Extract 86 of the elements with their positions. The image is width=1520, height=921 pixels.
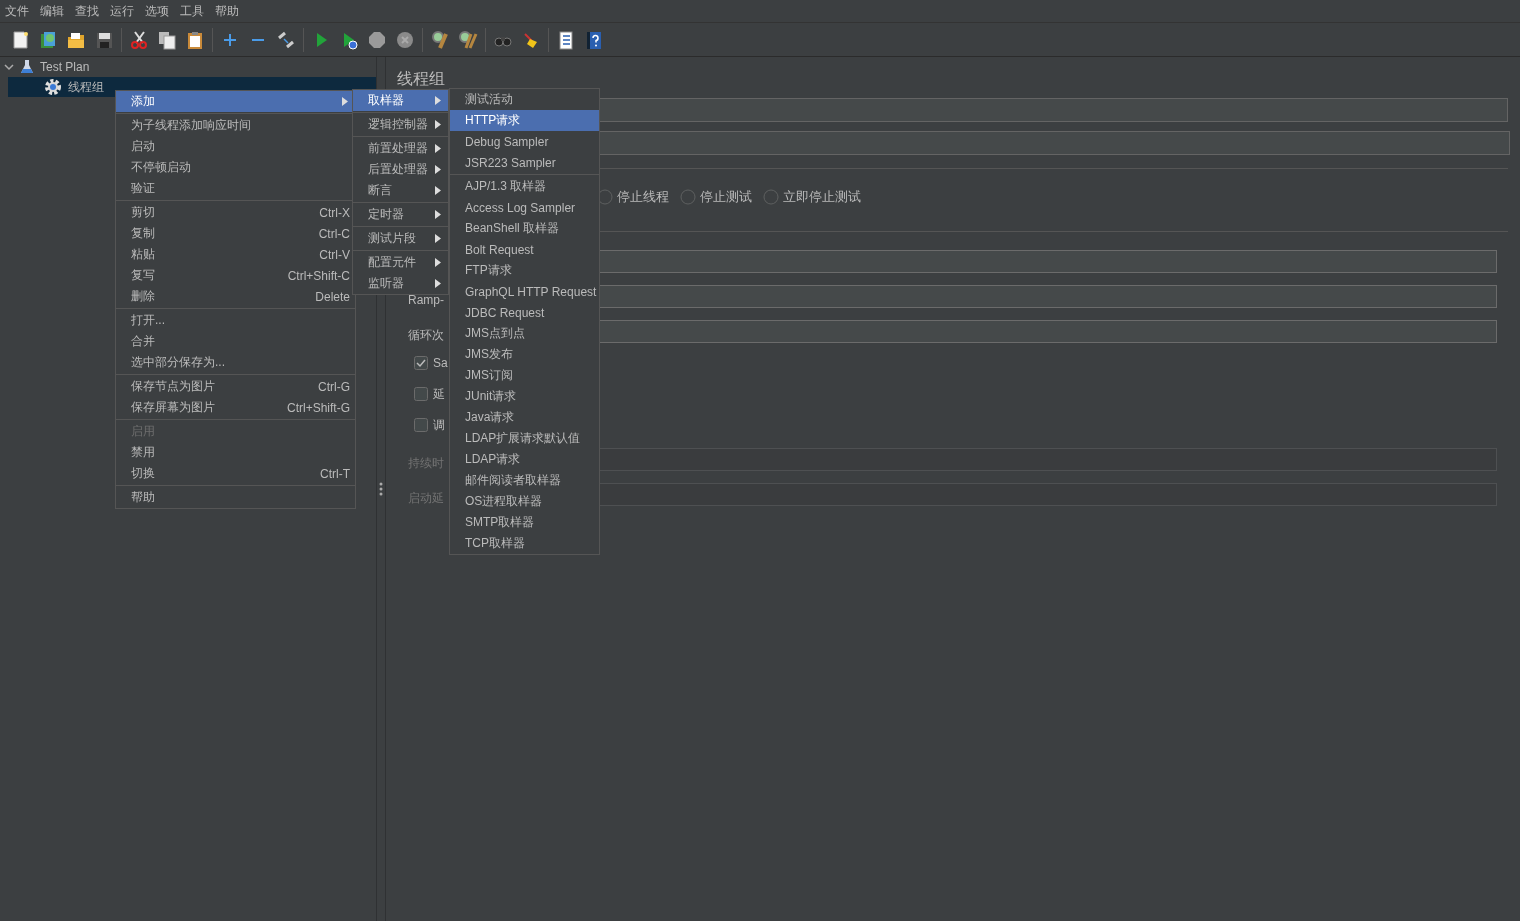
menu-bar-item[interactable]: 查找	[74, 1, 100, 21]
paste-icon[interactable]	[185, 29, 205, 50]
menu-bar-item[interactable]: 选项	[144, 1, 170, 21]
menu-item[interactable]: JMS订阅	[450, 365, 599, 386]
radio-label: 停止线程	[617, 188, 669, 206]
menu-item[interactable]: 剪切 Ctrl-X	[116, 202, 355, 223]
gear-icon	[44, 78, 62, 96]
menu-item[interactable]: SMTP取样器	[450, 512, 599, 533]
menu-item[interactable]: OS进程取样器	[450, 491, 599, 512]
menu-item[interactable]: GraphQL HTTP Request	[450, 281, 599, 302]
radio-label: 停止测试	[700, 188, 752, 206]
menu-item[interactable]: 启动	[116, 136, 355, 157]
menu-item[interactable]: 邮件阅读者取样器	[450, 470, 599, 491]
menu-item[interactable]: JDBC Request	[450, 302, 599, 323]
radio-button[interactable]	[763, 189, 779, 205]
menu-item[interactable]: JSR223 Sampler	[450, 152, 599, 173]
flask-icon	[20, 59, 34, 75]
tree-item[interactable]: Test Plan	[0, 57, 102, 77]
menu-item[interactable]: Access Log Sampler	[450, 197, 599, 218]
radio-button[interactable]	[680, 189, 696, 205]
menu-item[interactable]: LDAP扩展请求默认值	[450, 428, 599, 449]
menu-item[interactable]: 为子线程添加响应时间	[116, 115, 355, 136]
chevron-icon[interactable]	[4, 62, 14, 72]
menu-item[interactable]: JUnit请求	[450, 386, 599, 407]
pencils-icon[interactable]	[276, 29, 296, 50]
menu-item[interactable]: 不停顿启动	[116, 157, 355, 178]
list-icon[interactable]	[556, 29, 576, 50]
menu-item[interactable]: HTTP请求	[450, 110, 599, 131]
menu-item[interactable]: 复写 Ctrl+Shift-C	[116, 265, 355, 286]
radio-label: 立即停止测试	[783, 188, 861, 206]
menu-item[interactable]: FTP请求	[450, 260, 599, 281]
menu-item[interactable]: LDAP请求	[450, 449, 599, 470]
checkbox-label: Sa	[433, 356, 448, 370]
menu-item[interactable]: Bolt Request	[450, 239, 599, 260]
menu-item[interactable]: TCP取样器	[450, 533, 599, 554]
menu-item[interactable]: 配置元件	[353, 252, 448, 273]
cut-icon[interactable]	[129, 29, 149, 50]
menu-bar-item[interactable]: 编辑	[39, 1, 65, 21]
copy-icon[interactable]	[157, 29, 177, 50]
menu-item[interactable]: BeanShell 取样器	[450, 218, 599, 239]
menu-item[interactable]: AJP/1.3 取样器	[450, 176, 599, 197]
menu-item[interactable]: 定时器	[353, 204, 448, 225]
radio-button[interactable]	[597, 189, 613, 205]
menu-item[interactable]: 逻辑控制器	[353, 114, 448, 135]
panel-title: 线程组	[397, 69, 445, 89]
menu-item[interactable]: 复制 Ctrl-C	[116, 223, 355, 244]
menu-bar-item[interactable]: 运行	[109, 1, 135, 21]
checkbox[interactable]	[414, 387, 428, 401]
menu-item[interactable]: 测试片段	[353, 228, 448, 249]
menu-bar-item[interactable]: 帮助	[214, 1, 240, 21]
checkbox-label: 调	[433, 416, 445, 434]
menu-item[interactable]: 禁用	[116, 442, 355, 463]
menu-item[interactable]: 验证	[116, 178, 355, 199]
checkbox[interactable]	[414, 356, 428, 370]
menu-item[interactable]: 保存节点为图片 Ctrl-G	[116, 376, 355, 397]
menu-item[interactable]: 前置处理器	[353, 138, 448, 159]
shutdown-icon[interactable]	[395, 29, 415, 50]
menu-item[interactable]: JMS发布	[450, 344, 599, 365]
new-file-icon[interactable]	[10, 29, 30, 50]
menu-bar-item[interactable]: 文件	[4, 1, 30, 21]
book-icon[interactable]	[38, 29, 58, 50]
checkbox[interactable]	[414, 418, 428, 432]
menu-item[interactable]: 合并	[116, 331, 355, 352]
menu-item[interactable]: 测试活动	[450, 89, 599, 110]
menu-item[interactable]: Debug Sampler	[450, 131, 599, 152]
field-label: 循环次	[408, 328, 444, 341]
menu-item[interactable]: 断言	[353, 180, 448, 201]
stop-icon[interactable]	[367, 29, 387, 50]
menu-item[interactable]: 粘贴 Ctrl-V	[116, 244, 355, 265]
menu-item[interactable]: 打开...	[116, 310, 355, 331]
grip-icon[interactable]	[379, 482, 383, 496]
help-icon[interactable]	[584, 29, 604, 50]
menu-item[interactable]: 后置处理器	[353, 159, 448, 180]
menu-item[interactable]: 取样器	[353, 90, 448, 111]
menu-item[interactable]: 选中部分保存为...	[116, 352, 355, 373]
menu-item[interactable]: 监听器	[353, 273, 448, 294]
menu-item[interactable]: 切换 Ctrl-T	[116, 463, 355, 484]
menu-bar-item[interactable]: 工具	[179, 1, 205, 21]
menu-item[interactable]: 帮助	[116, 487, 355, 508]
menu-item[interactable]: 保存屏幕为图片 Ctrl+Shift-G	[116, 397, 355, 418]
menu-item[interactable]: 删除 Delete	[116, 286, 355, 307]
field-label: Ramp-	[408, 293, 444, 306]
checkbox-label: 延	[433, 385, 445, 403]
menu-item[interactable]: Java请求	[450, 407, 599, 428]
menu-item[interactable]: JMS点到点	[450, 323, 599, 344]
menu-item[interactable]: 添加	[116, 91, 355, 112]
